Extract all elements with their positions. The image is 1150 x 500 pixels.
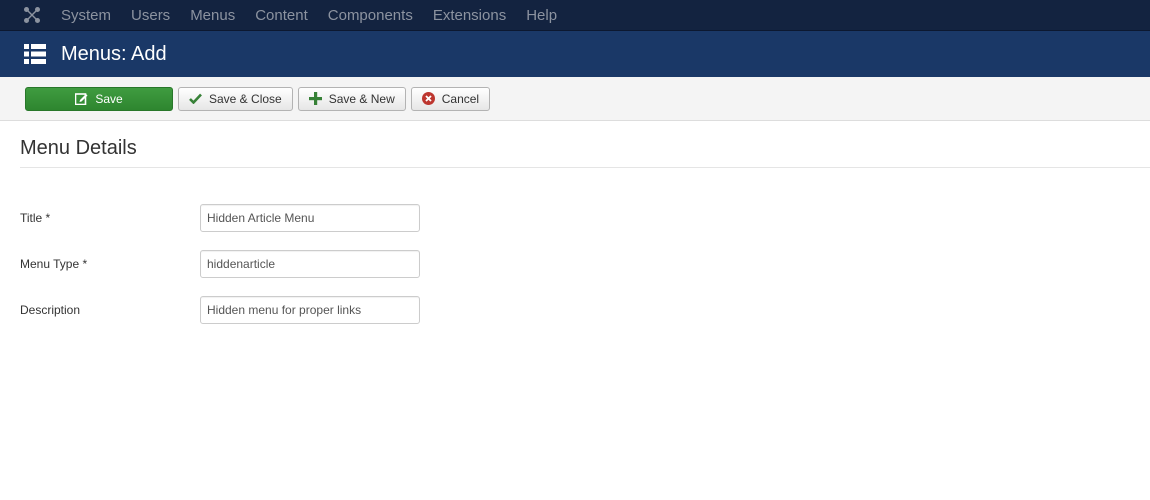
nav-item-components[interactable]: Components: [328, 7, 413, 24]
title-input[interactable]: [200, 204, 420, 232]
cancel-circle-icon: [421, 92, 435, 105]
description-input[interactable]: [200, 296, 420, 324]
save-new-label: Save & New: [328, 91, 395, 106]
form-row-menu-type: Menu Type *: [20, 250, 1150, 278]
page-title: Menus: Add: [61, 42, 167, 65]
menu-details-form: Title * Menu Type * Description: [20, 168, 1150, 324]
plus-icon: [308, 92, 322, 105]
nav-item-content[interactable]: Content: [255, 7, 308, 24]
nav-item-extensions[interactable]: Extensions: [433, 7, 506, 24]
toolbar: Save Save & Close Save & New Cancel: [0, 77, 1150, 121]
menu-type-input[interactable]: [200, 250, 420, 278]
cancel-label: Cancel: [441, 91, 480, 106]
save-new-button[interactable]: Save & New: [297, 86, 406, 111]
title-label: Title *: [20, 211, 51, 225]
nav-item-users[interactable]: Users: [131, 7, 170, 24]
form-row-title: Title *: [20, 204, 1150, 232]
form-row-description: Description: [20, 296, 1150, 324]
joomla-logo-icon[interactable]: [23, 6, 41, 24]
save-button[interactable]: Save: [25, 86, 173, 111]
check-icon: [189, 93, 202, 104]
main-content: Menu Details Title * Menu Type * Descrip…: [0, 121, 1150, 324]
menu-type-label: Menu Type *: [20, 257, 88, 271]
nav-item-menus[interactable]: Menus: [190, 7, 235, 24]
top-navigation: System Users Menus Content Components Ex…: [0, 0, 1150, 31]
save-label: Save: [95, 91, 123, 106]
nav-item-help[interactable]: Help: [526, 7, 557, 24]
page-header: Menus: Add: [0, 31, 1150, 77]
save-close-button[interactable]: Save & Close: [178, 86, 293, 111]
edit-icon: [75, 92, 88, 105]
list-icon: [24, 44, 46, 64]
nav-item-system[interactable]: System: [61, 7, 111, 24]
save-close-label: Save & Close: [209, 91, 282, 106]
description-label: Description: [20, 303, 81, 317]
cancel-button[interactable]: Cancel: [410, 86, 491, 111]
section-title: Menu Details: [20, 121, 1150, 168]
